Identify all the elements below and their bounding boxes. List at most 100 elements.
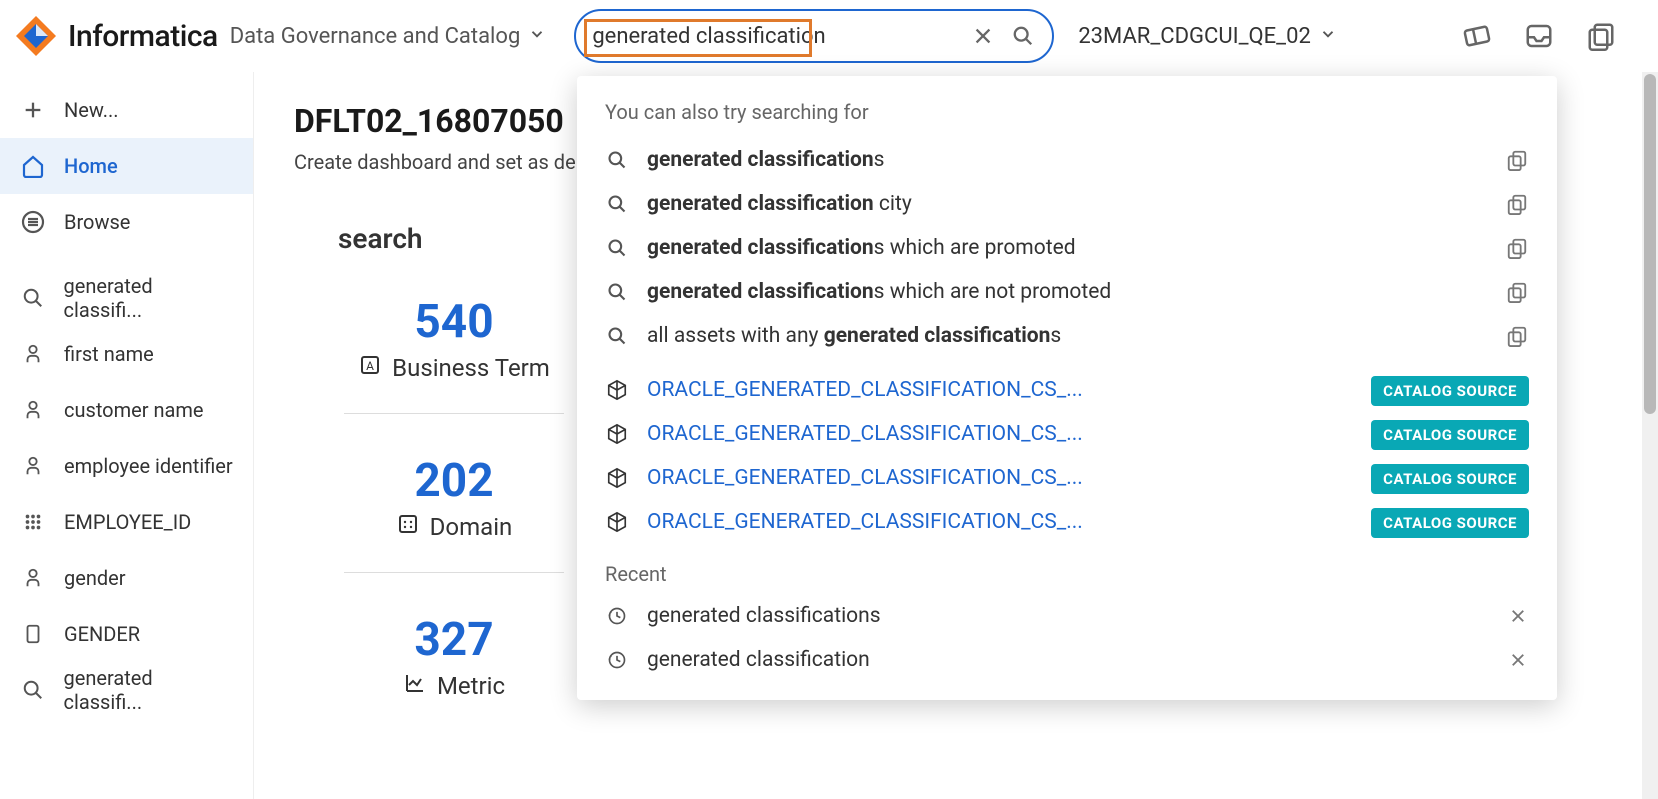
search-icon: [605, 148, 629, 172]
recent-search[interactable]: generated classification: [577, 638, 1557, 682]
divider: [344, 572, 564, 573]
search-icon[interactable]: [1010, 23, 1036, 49]
sidebar-recent-item[interactable]: first name: [0, 326, 253, 382]
asset-name: ORACLE_GENERATED_CLASSIFICATION_CS_...: [647, 466, 1083, 490]
term-icon: [20, 565, 46, 591]
stat-icon: A: [358, 353, 382, 383]
column-icon: [20, 621, 46, 647]
search-suggestion[interactable]: generated classifications which are not …: [577, 270, 1557, 314]
copy-icon[interactable]: [1505, 324, 1529, 348]
org-name: 23MAR_CDGCUI_QE_02: [1078, 24, 1311, 49]
sidebar-new[interactable]: New...: [0, 82, 253, 138]
catalog-source-icon: [605, 378, 629, 402]
stat-value: 327: [354, 613, 554, 667]
catalog-source-icon: [605, 422, 629, 446]
stat-icon: [403, 671, 427, 701]
clear-search-icon[interactable]: [970, 23, 996, 49]
search-suggestion[interactable]: generated classification city: [577, 182, 1557, 226]
asset-name: ORACLE_GENERATED_CLASSIFICATION_CS_...: [647, 378, 1083, 402]
catalog-source-icon: [605, 466, 629, 490]
app-name: Data Governance and Catalog: [230, 24, 521, 49]
term-icon: [20, 341, 46, 367]
sidebar-recent-item[interactable]: GENDER: [0, 606, 253, 662]
search-suggestion[interactable]: all assets with any generated classifica…: [577, 314, 1557, 358]
search-icon: [20, 677, 46, 703]
sidebar-recent-item[interactable]: gender: [0, 550, 253, 606]
ticket-icon[interactable]: [1460, 19, 1494, 53]
dropdown-hint: You can also try searching for: [577, 100, 1557, 138]
asset-type-badge: CATALOG SOURCE: [1371, 420, 1529, 450]
app-switcher[interactable]: Data Governance and Catalog: [230, 24, 547, 49]
global-search[interactable]: [574, 9, 1054, 63]
copy-icon[interactable]: [1505, 280, 1529, 304]
informatica-logo-icon: [12, 12, 60, 60]
remove-recent-icon[interactable]: [1507, 649, 1529, 671]
scrollbar[interactable]: [1642, 72, 1658, 799]
suggestion-text: generated classifications: [647, 148, 885, 172]
sidebar-item-label: generated classifi...: [64, 666, 234, 714]
asset-result[interactable]: ORACLE_GENERATED_CLASSIFICATION_CS_...CA…: [577, 368, 1557, 412]
asset-type-badge: CATALOG SOURCE: [1371, 464, 1529, 494]
inbox-icon[interactable]: [1522, 19, 1556, 53]
stat-label: Metric: [437, 672, 505, 700]
asset-type-badge: CATALOG SOURCE: [1371, 508, 1529, 538]
asset-result[interactable]: ORACLE_GENERATED_CLASSIFICATION_CS_... CA…: [577, 500, 1557, 544]
sidebar-item-label: New...: [64, 98, 119, 122]
sidebar-recent-item[interactable]: generated classifi...: [0, 270, 253, 326]
search-icon: [20, 285, 46, 311]
sidebar-item-label: first name: [64, 342, 154, 366]
term-icon: [20, 453, 46, 479]
sidebar-item-label: Browse: [64, 210, 130, 234]
stat-value: 202: [354, 454, 554, 508]
copy-icon[interactable]: [1505, 236, 1529, 260]
divider: [344, 413, 564, 414]
home-icon: [20, 153, 46, 179]
sidebar-item-label: gender: [64, 566, 126, 590]
sidebar-browse[interactable]: Browse: [0, 194, 253, 250]
search-icon: [605, 192, 629, 216]
copy-icon[interactable]: [1505, 148, 1529, 172]
sidebar-recent-item[interactable]: generated classifi...: [0, 662, 253, 718]
asset-name: ORACLE_GENERATED_CLASSIFICATION_CS_...: [647, 422, 1083, 446]
suggestion-text: all assets with any generated classifica…: [647, 324, 1061, 348]
app-header: Informatica Data Governance and Catalog …: [0, 0, 1658, 72]
list-icon: [20, 209, 46, 235]
stat-value: 540: [354, 295, 554, 349]
stat-label: Business Term: [392, 354, 550, 382]
search-input[interactable]: [592, 24, 952, 49]
search-suggestion[interactable]: generated classifications: [577, 138, 1557, 182]
asset-name: ORACLE_GENERATED_CLASSIFICATION_CS_...: [647, 510, 1083, 534]
suggestion-text: generated classifications which are prom…: [647, 236, 1076, 260]
sidebar-item-label: customer name: [64, 398, 204, 422]
copy-icon[interactable]: [1505, 192, 1529, 216]
sidebar-item-label: employee identifier: [64, 454, 233, 478]
scrollbar-thumb[interactable]: [1644, 74, 1656, 414]
search-suggestion[interactable]: generated classifications which are prom…: [577, 226, 1557, 270]
recent-search[interactable]: generated classifications: [577, 594, 1557, 638]
recent-section-label: Recent: [577, 544, 1557, 594]
grid-icon: [20, 509, 46, 535]
plus-icon: [20, 97, 46, 123]
chevron-down-icon: [1319, 24, 1337, 49]
search-icon: [605, 280, 629, 304]
sidebar-recent-item[interactable]: EMPLOYEE_ID: [0, 494, 253, 550]
remove-recent-icon[interactable]: [1507, 605, 1529, 627]
asset-result[interactable]: ORACLE_GENERATED_CLASSIFICATION_CS_... CA…: [577, 456, 1557, 500]
term-icon: [20, 397, 46, 423]
asset-result[interactable]: ORACLE_GENERATED_CLASSIFICATION_CS_... CA…: [577, 412, 1557, 456]
suggestion-text: generated classification city: [647, 192, 912, 216]
sidebar-recent-item[interactable]: customer name: [0, 382, 253, 438]
clipboard-icon[interactable]: [1584, 19, 1618, 53]
svg-text:A: A: [366, 359, 374, 373]
org-switcher[interactable]: 23MAR_CDGCUI_QE_02: [1078, 24, 1337, 49]
catalog-source-icon: [605, 510, 629, 534]
sidebar-item-label: Home: [64, 154, 118, 178]
recent-text: generated classifications: [647, 604, 881, 628]
sidebar-recent-item[interactable]: employee identifier: [0, 438, 253, 494]
suggestion-text: generated classifications which are not …: [647, 280, 1111, 304]
search-icon: [605, 324, 629, 348]
sidebar-home[interactable]: Home: [0, 138, 253, 194]
chevron-down-icon: [528, 24, 546, 49]
sidebar-item-label: generated classifi...: [64, 274, 234, 322]
stat-icon: [396, 512, 420, 542]
